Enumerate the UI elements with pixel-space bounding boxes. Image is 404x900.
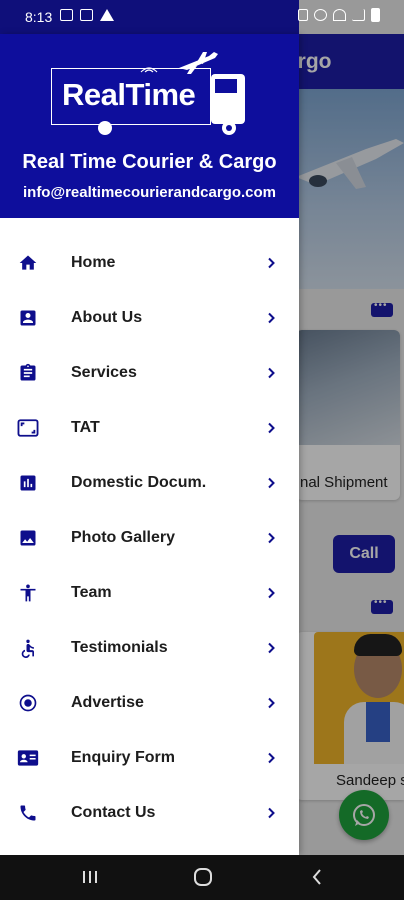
screen-notification-icon bbox=[80, 9, 93, 21]
menu-item-domestic-documents[interactable]: Domestic Docum. bbox=[0, 455, 299, 510]
menu-item-label: Contact Us bbox=[71, 803, 156, 821]
chevron-right-icon bbox=[264, 366, 278, 380]
brand-logo: RealTime bbox=[51, 46, 251, 138]
radio-button-icon bbox=[17, 692, 39, 714]
chevron-right-icon bbox=[264, 696, 278, 710]
menu-item-about-us[interactable]: About Us bbox=[0, 290, 299, 345]
menu-item-label: TAT bbox=[71, 418, 100, 436]
clipboard-icon bbox=[17, 362, 39, 384]
id-card-icon bbox=[17, 747, 39, 769]
menu-item-tat[interactable]: TAT bbox=[0, 400, 299, 455]
chevron-right-icon bbox=[264, 806, 278, 820]
gallery-notification-icon bbox=[60, 9, 73, 21]
home-button[interactable] bbox=[192, 867, 214, 887]
menu-item-home[interactable]: Home bbox=[0, 235, 299, 290]
chevron-right-icon bbox=[264, 421, 278, 435]
menu-item-label: Photo Gallery bbox=[71, 528, 176, 546]
menu-item-contact-us[interactable]: Contact Us bbox=[0, 785, 299, 840]
back-icon bbox=[312, 869, 321, 885]
menu-item-label: Enquiry Form bbox=[71, 748, 176, 766]
menu-item-advertise[interactable]: Advertise bbox=[0, 675, 299, 730]
person-icon bbox=[17, 582, 39, 604]
chevron-right-icon bbox=[264, 476, 278, 490]
bar-chart-icon bbox=[17, 472, 39, 494]
signal-icon bbox=[352, 9, 365, 21]
recent-apps-button[interactable] bbox=[80, 867, 100, 887]
menu-item-photo-gallery[interactable]: Photo Gallery bbox=[0, 510, 299, 565]
recent-apps-icon bbox=[83, 871, 97, 883]
chevron-right-icon bbox=[264, 256, 278, 270]
brand-name: Real Time Courier & Cargo bbox=[22, 151, 277, 173]
aspect-ratio-icon bbox=[17, 417, 39, 439]
chevron-right-icon bbox=[264, 586, 278, 600]
menu-item-services[interactable]: Services bbox=[0, 345, 299, 400]
wifi-icon bbox=[333, 9, 346, 21]
system-navigation-bar bbox=[0, 855, 404, 900]
truck-plane-icon bbox=[98, 52, 245, 135]
alarm-icon bbox=[314, 9, 327, 21]
chevron-right-icon bbox=[264, 531, 278, 545]
back-button[interactable] bbox=[308, 867, 326, 887]
menu-item-enquiry-form[interactable]: Enquiry Form bbox=[0, 730, 299, 785]
chevron-right-icon bbox=[264, 751, 278, 765]
menu-item-label: Home bbox=[71, 253, 116, 271]
menu-item-label: Domestic Docum. bbox=[71, 473, 207, 491]
menu-item-testimonials[interactable]: Testimonials bbox=[0, 620, 299, 675]
menu-item-team[interactable]: Team bbox=[0, 565, 299, 620]
drawer-menu: Home About Us Services TAT Domestic Docu… bbox=[0, 235, 299, 840]
drawer-header: RealTime Real Time Courier & Cargo info@… bbox=[0, 34, 299, 218]
image-icon bbox=[17, 527, 39, 549]
menu-item-label: Services bbox=[71, 363, 137, 381]
navigation-drawer: RealTime Real Time Courier & Cargo info@… bbox=[0, 34, 299, 855]
home-icon bbox=[17, 252, 39, 274]
chevron-right-icon bbox=[264, 311, 278, 325]
battery-icon bbox=[371, 8, 380, 22]
menu-item-label: Team bbox=[71, 583, 112, 601]
brand-email[interactable]: info@realtimecourierandcargo.com bbox=[0, 184, 299, 201]
phone-icon bbox=[17, 802, 39, 824]
chevron-right-icon bbox=[264, 641, 278, 655]
menu-item-label: About Us bbox=[71, 308, 143, 326]
menu-item-label: Testimonials bbox=[71, 638, 168, 656]
accessible-icon bbox=[17, 637, 39, 659]
status-bar: 8:13 bbox=[0, 0, 404, 34]
home-circle-icon bbox=[194, 868, 212, 886]
lock-icon bbox=[298, 9, 308, 21]
contact-card-icon bbox=[17, 307, 39, 329]
menu-item-label: Advertise bbox=[71, 693, 144, 711]
status-time: 8:13 bbox=[25, 9, 53, 25]
warning-icon bbox=[100, 9, 114, 21]
